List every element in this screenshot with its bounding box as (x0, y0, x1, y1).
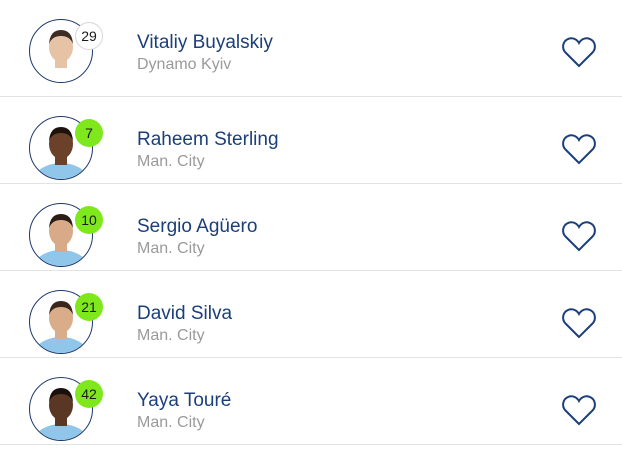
player-row[interactable]: 42 Yaya Touré Man. City (0, 358, 622, 445)
player-club: Man. City (137, 240, 205, 257)
number-badge: 29 (75, 22, 103, 50)
number-badge: 10 (75, 206, 103, 234)
player-club: Man. City (137, 414, 205, 431)
player-row[interactable]: 10 Sergio Agüero Man. City (0, 184, 622, 271)
heart-icon[interactable] (561, 219, 597, 253)
player-club: Man. City (137, 153, 205, 170)
player-name[interactable]: Raheem Sterling (137, 129, 279, 151)
player-club: Man. City (137, 327, 205, 344)
shirt-shape (35, 66, 87, 82)
player-name[interactable]: David Silva (137, 303, 232, 325)
heart-icon[interactable] (561, 35, 597, 69)
player-name[interactable]: Vitaliy Buyalskiy (137, 32, 273, 54)
number-badge: 21 (75, 293, 103, 321)
heart-icon[interactable] (561, 306, 597, 340)
number-badge: 7 (75, 119, 103, 147)
heart-icon[interactable] (561, 393, 597, 427)
player-list: 29 Vitaliy Buyalskiy Dynamo Kyiv 7 Rahee… (0, 0, 622, 445)
player-name[interactable]: Yaya Touré (137, 390, 231, 412)
heart-icon[interactable] (561, 132, 597, 166)
player-row[interactable]: 7 Raheem Sterling Man. City (0, 97, 622, 184)
number-badge: 42 (75, 380, 103, 408)
player-row[interactable]: 29 Vitaliy Buyalskiy Dynamo Kyiv (0, 0, 622, 97)
player-row[interactable]: 21 David Silva Man. City (0, 271, 622, 358)
player-name[interactable]: Sergio Agüero (137, 216, 257, 238)
player-club: Dynamo Kyiv (137, 56, 232, 73)
